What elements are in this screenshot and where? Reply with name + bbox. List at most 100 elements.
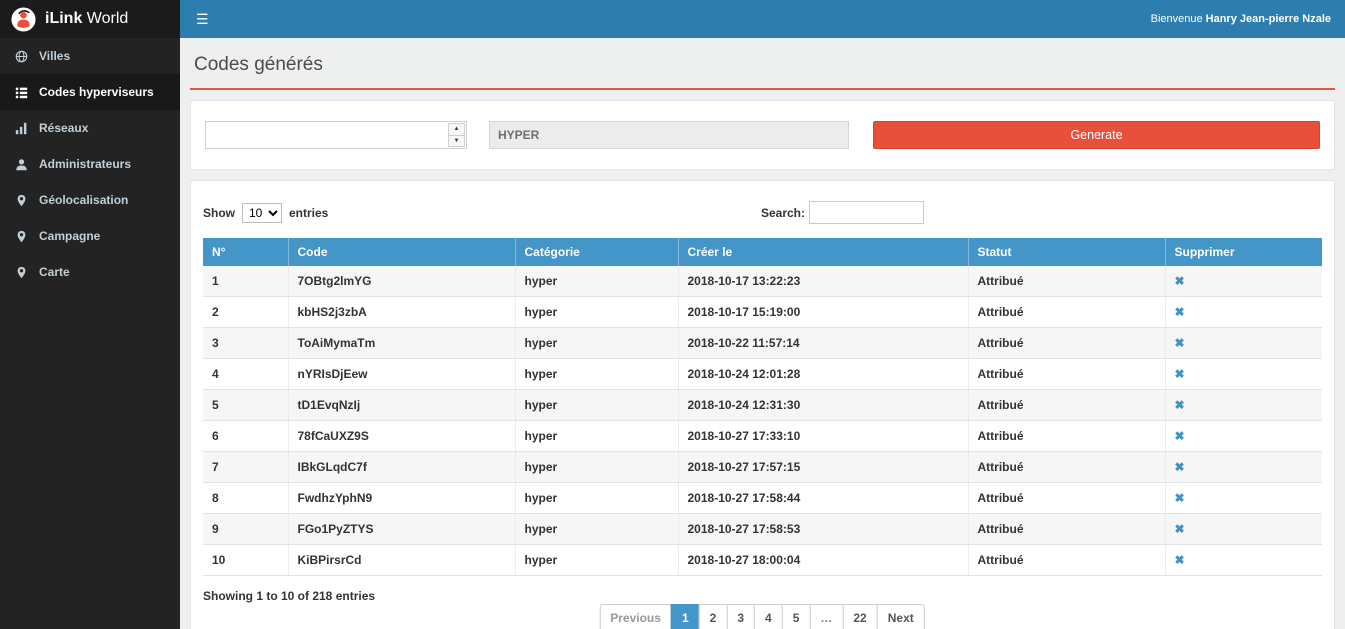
column-header[interactable]: Supprimer [1165,238,1322,266]
table-row: 4nYRIsDjEewhyper2018-10-24 12:01:28Attri… [203,359,1322,390]
cell-code: FGo1PyZTYS [288,514,515,545]
page-length-select[interactable]: 10 [242,203,282,223]
delete-icon[interactable]: ✖ [1175,553,1185,567]
pagination: Previous12345…22Next [600,604,925,629]
pagination-page-4[interactable]: 4 [754,604,783,629]
cell-status: Attribué [968,483,1165,514]
table-row: 678fCaUXZ9Shyper2018-10-27 17:33:10Attri… [203,421,1322,452]
delete-icon[interactable]: ✖ [1175,491,1185,505]
page-title: Codes générés [194,54,1331,76]
cell-delete: ✖ [1165,421,1322,452]
sidebar-item-reseaux[interactable]: Réseaux [0,110,180,146]
cell-delete: ✖ [1165,483,1322,514]
sidebar-item-codes-hyperviseurs[interactable]: Codes hyperviseurs [0,74,180,110]
delete-icon[interactable]: ✖ [1175,336,1185,350]
sidebar-item-carte[interactable]: Carte [0,254,180,290]
delete-icon[interactable]: ✖ [1175,522,1185,536]
table-row: 2kbHS2j3zbAhyper2018-10-17 15:19:00Attri… [203,297,1322,328]
column-header[interactable]: Créer le [678,238,968,266]
cell-status: Attribué [968,545,1165,576]
cell-delete: ✖ [1165,266,1322,297]
menu-toggle-icon[interactable]: ☰ [180,0,225,38]
app-title-light: World [82,10,128,27]
delete-icon[interactable]: ✖ [1175,367,1185,381]
title-divider [190,88,1335,90]
cell-num: 7 [203,452,288,483]
delete-icon[interactable]: ✖ [1175,460,1185,474]
sidebar-item-campagne[interactable]: Campagne [0,218,180,254]
pagination-page-22[interactable]: 22 [842,604,877,629]
search-label: Search: [761,206,805,220]
cell-delete: ✖ [1165,328,1322,359]
cell-status: Attribué [968,266,1165,297]
cell-code: FwdhzYphN9 [288,483,515,514]
cell-num: 2 [203,297,288,328]
column-header[interactable]: Statut [968,238,1165,266]
cell-created: 2018-10-27 18:00:04 [678,545,968,576]
pagination-next[interactable]: Next [877,604,925,629]
sidebar-item-label: Réseaux [39,121,88,135]
show-label: Show [203,206,235,220]
cell-code: IBkGLqdC7f [288,452,515,483]
cell-delete: ✖ [1165,514,1322,545]
cell-created: 2018-10-22 11:57:14 [678,328,968,359]
cell-created: 2018-10-27 17:58:53 [678,514,968,545]
search-input[interactable] [809,201,924,224]
cell-code: nYRIsDjEew [288,359,515,390]
cell-category: hyper [515,483,678,514]
cell-category: hyper [515,514,678,545]
cell-created: 2018-10-17 15:19:00 [678,297,968,328]
cell-delete: ✖ [1165,545,1322,576]
sidebar-item-villes[interactable]: Villes [0,38,180,74]
pagination-page-5[interactable]: 5 [782,604,811,629]
pagination-page-3[interactable]: 3 [726,604,755,629]
sidebar-item-administrateurs[interactable]: Administrateurs [0,146,180,182]
spinner-up-icon[interactable]: ▲ [449,124,464,135]
sidebar-item-label: Administrateurs [39,157,131,171]
delete-icon[interactable]: ✖ [1175,429,1185,443]
cell-code: ToAiMymaTm [288,328,515,359]
cell-category: hyper [515,297,678,328]
pagination-page-1[interactable]: 1 [671,604,700,629]
cell-num: 6 [203,421,288,452]
column-header[interactable]: N° [203,238,288,266]
column-header[interactable]: Code [288,238,515,266]
pagination-page-2[interactable]: 2 [699,604,728,629]
user-icon [15,158,29,171]
cell-num: 8 [203,483,288,514]
top-bar: iLink World ☰ Bienvenue Hanry Jean-pierr… [0,0,1345,38]
list-icon [15,86,29,99]
delete-icon[interactable]: ✖ [1175,274,1185,288]
table-footer: Showing 1 to 10 of 218 entries Previous1… [203,589,1322,629]
delete-icon[interactable]: ✖ [1175,398,1185,412]
sidebar-item-label: Villes [39,49,70,63]
cell-status: Attribué [968,359,1165,390]
main-content: Codes générés ▲ ▼ Generate Show 10 entri… [180,38,1345,629]
cell-category: hyper [515,421,678,452]
cell-delete: ✖ [1165,297,1322,328]
table-info: Showing 1 to 10 of 218 entries [203,589,375,629]
pagination-previous[interactable]: Previous [599,604,672,629]
cell-category: hyper [515,359,678,390]
map-marker-icon [15,266,29,279]
cell-code: 78fCaUXZ9S [288,421,515,452]
cell-delete: ✖ [1165,390,1322,421]
delete-icon[interactable]: ✖ [1175,305,1185,319]
codes-table-panel: Show 10 entries Search: N°CodeCatégorieC… [190,180,1335,629]
cell-category: hyper [515,328,678,359]
app-title: iLink World [45,10,128,28]
sidebar-item-geolocalisation[interactable]: Géolocalisation [0,182,180,218]
app-brand[interactable]: iLink World [0,0,180,38]
column-header[interactable]: Catégorie [515,238,678,266]
generate-button[interactable]: Generate [873,121,1320,149]
welcome-prefix: Bienvenue [1151,13,1206,25]
sidebar-item-label: Géolocalisation [39,193,128,207]
cell-num: 5 [203,390,288,421]
sidebar-menu: Villes Codes hyperviseurs Réseaux Administr… [0,38,180,629]
app-title-bold: iLink [45,10,82,27]
code-count-input[interactable] [206,122,447,148]
page-length-control: Show 10 entries [203,203,328,223]
codes-table: N°CodeCatégorieCréer leStatutSupprimer 1… [203,238,1322,576]
cell-category: hyper [515,545,678,576]
spinner-down-icon[interactable]: ▼ [449,135,464,147]
